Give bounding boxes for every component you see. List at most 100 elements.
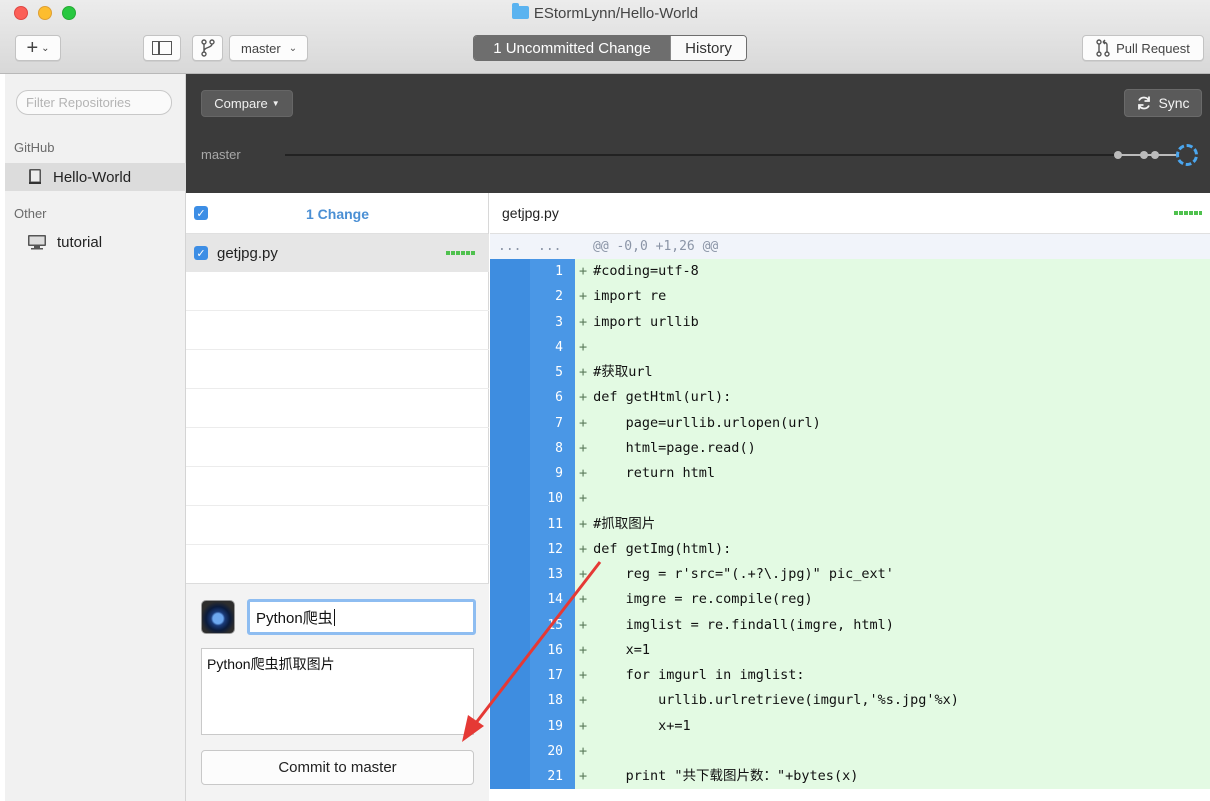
code-line: + x=1: [575, 637, 1210, 663]
diff-line[interactable]: 17 + for imgurl in imglist:: [490, 663, 1210, 689]
diff-line[interactable]: 16 + x=1: [490, 637, 1210, 663]
code-text: imglist = re.findall(imgre, html): [593, 616, 894, 633]
diff-line[interactable]: 8 + html=page.read(): [490, 435, 1210, 461]
diff-line[interactable]: 19 + x+=1: [490, 713, 1210, 739]
changed-file-row[interactable]: ✓ getjpg.py: [186, 234, 489, 272]
commit-description-input[interactable]: Python爬虫抓取图片: [201, 648, 474, 735]
code-line: +: [575, 738, 1210, 764]
changes-header: ✓ 1 Change: [186, 193, 488, 234]
branch-selector-label: master: [241, 40, 281, 56]
uncommitted-changes-marker[interactable]: [1176, 144, 1198, 166]
tab-history[interactable]: History: [670, 36, 746, 60]
added-marker: +: [579, 566, 588, 582]
chevron-down-icon: ⌄: [41, 42, 50, 54]
old-line-gutter: [490, 486, 530, 512]
sync-label: Sync: [1158, 95, 1190, 111]
file-checkbox[interactable]: ✓: [194, 246, 208, 260]
create-branch-button[interactable]: [192, 35, 223, 61]
old-line-gutter: [490, 360, 530, 386]
diff-line[interactable]: 11 + #抓取图片: [490, 511, 1210, 537]
line-number: 3: [530, 309, 575, 335]
line-number: 4: [530, 334, 575, 360]
diff-line[interactable]: 2 + import re: [490, 284, 1210, 310]
code-text: x+=1: [593, 717, 691, 734]
diff-line[interactable]: 7 + page=urllib.urlopen(url): [490, 410, 1210, 436]
empty-row: [186, 467, 489, 506]
text-cursor: [333, 608, 335, 626]
toggle-sidebar-button[interactable]: [143, 35, 181, 61]
diff-line[interactable]: 3 + import urllib: [490, 309, 1210, 335]
diff-line[interactable]: 4 +: [490, 334, 1210, 360]
commit-dot[interactable]: [1114, 151, 1122, 159]
commit-button[interactable]: Commit to master: [201, 750, 474, 785]
code-line: + #获取url: [575, 360, 1210, 386]
added-marker: +: [579, 338, 588, 355]
diff-line[interactable]: 14 + imgre = re.compile(reg): [490, 587, 1210, 613]
commit-dot[interactable]: [1151, 151, 1159, 159]
code-text: x=1: [593, 641, 651, 658]
hunk-dots-old[interactable]: ...: [498, 239, 521, 254]
added-marker: +: [579, 490, 588, 507]
old-line-gutter: [490, 764, 530, 790]
diff-line[interactable]: 12 + def getImg(html):: [490, 536, 1210, 562]
empty-row: [186, 506, 489, 545]
empty-row: [186, 350, 489, 389]
commit-summary-input[interactable]: Python爬虫: [247, 599, 476, 635]
old-line-gutter: [490, 612, 530, 638]
sidebar-item-tutorial[interactable]: tutorial: [5, 228, 186, 256]
code-line: + import re: [575, 284, 1210, 310]
diff-line[interactable]: 9 + return html: [490, 461, 1210, 487]
diff-line[interactable]: 13 + reg = r'src="(.+?\.jpg)" pic_ext': [490, 562, 1210, 588]
commit-dot[interactable]: [1140, 151, 1148, 159]
diff-line[interactable]: 1 + #coding=utf-8: [490, 259, 1210, 285]
old-line-gutter: [490, 713, 530, 739]
diff-line[interactable]: 5 + #获取url: [490, 360, 1210, 386]
sidebar-item-hello-world[interactable]: Hello-World: [5, 163, 186, 191]
diff-line[interactable]: 15 + imglist = re.findall(imgre, html): [490, 612, 1210, 638]
diff-line[interactable]: 20 +: [490, 738, 1210, 764]
diff-line[interactable]: 6 + def getHtml(url):: [490, 385, 1210, 411]
section-label-github: GitHub: [14, 140, 55, 155]
filter-repositories-input[interactable]: Filter Repositories: [16, 90, 172, 115]
branch-selector[interactable]: master ⌄: [229, 35, 308, 61]
code-text: #coding=utf-8: [593, 263, 699, 279]
empty-row: [186, 428, 489, 467]
sync-button[interactable]: Sync: [1124, 89, 1202, 117]
changes-panel: ✓ 1 Change ✓ getjpg.py Python爬虫 Python爬虫…: [186, 193, 489, 801]
diff-line[interactable]: 10 +: [490, 486, 1210, 512]
changed-file-name: getjpg.py: [217, 245, 278, 262]
code-line: + html=page.read(): [575, 435, 1210, 461]
empty-row: [186, 545, 489, 584]
old-line-gutter: [490, 511, 530, 537]
pull-request-button[interactable]: Pull Request: [1082, 35, 1204, 61]
pull-request-label: Pull Request: [1116, 40, 1190, 56]
added-marker: +: [579, 641, 588, 658]
old-line-gutter: [490, 284, 530, 310]
code-text: import re: [593, 288, 667, 305]
line-number: 2: [530, 284, 575, 310]
code-text: imgre = re.compile(reg): [593, 591, 813, 608]
added-marker: +: [579, 540, 588, 557]
code-text: #获取url: [593, 364, 653, 380]
caret-down-icon: ▼: [271, 99, 280, 108]
line-number: 8: [530, 435, 575, 461]
old-line-gutter: [490, 587, 530, 613]
diff-line[interactable]: 21 + print "共下载图片数："+bytes(x): [490, 764, 1210, 790]
code-line: + def getImg(html):: [575, 536, 1210, 562]
compare-button[interactable]: Compare ▼: [201, 90, 293, 117]
sync-icon: [1138, 96, 1151, 110]
sidebar-icon: [152, 41, 172, 55]
tab-uncommitted-changes[interactable]: 1 Uncommitted Change: [474, 36, 670, 60]
old-line-gutter: [490, 536, 530, 562]
hunk-dots-new[interactable]: ...: [538, 239, 561, 254]
diff-line[interactable]: 18 + urllib.urlretrieve(imgurl,'%s.jpg'%x…: [490, 688, 1210, 714]
old-line-gutter: [490, 738, 530, 764]
section-label-other: Other: [14, 206, 47, 221]
add-repository-button[interactable]: + ⌄: [15, 35, 61, 61]
added-marker: +: [579, 616, 588, 633]
line-number: 20: [530, 738, 575, 764]
code-text: html=page.read(): [593, 439, 756, 456]
added-marker: +: [579, 591, 588, 608]
code-text: return html: [593, 465, 716, 481]
code-line: + for imgurl in imglist:: [575, 663, 1210, 689]
